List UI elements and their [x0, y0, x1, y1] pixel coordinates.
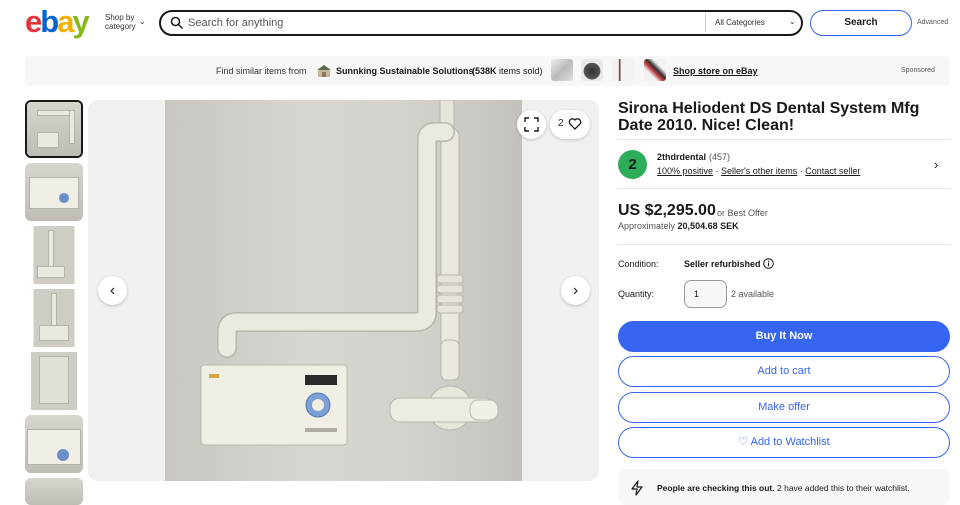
seller-positive-link[interactable]: 100% positive — [657, 166, 713, 176]
thumbnail-panel — [29, 177, 79, 209]
quantity-available: 2 available — [731, 289, 775, 299]
thumbnail-panel — [27, 429, 81, 465]
listing-title: Sirona Heliodent DS Dental System Mfg Da… — [618, 100, 920, 134]
divider — [618, 188, 950, 189]
thumbnail-0[interactable] — [25, 100, 83, 158]
thumbnail-5[interactable] — [25, 415, 83, 473]
contact-seller-link[interactable]: Contact seller — [805, 166, 860, 176]
search-bar[interactable]: Search for anything All Categories ⌄ — [159, 10, 803, 36]
banner-product-thumb[interactable] — [551, 59, 573, 81]
heart-icon — [568, 118, 582, 130]
chevron-right-icon[interactable]: › — [934, 157, 938, 172]
thumbnail-6[interactable] — [25, 478, 83, 505]
thumbnail-4[interactable] — [25, 352, 83, 410]
category-select[interactable]: All Categories — [715, 18, 765, 27]
banner-product-thumb[interactable] — [644, 59, 666, 81]
next-image-button[interactable]: › — [561, 276, 590, 305]
lightning-icon — [631, 480, 643, 496]
seller-links: 100% positive · Seller's other items · C… — [657, 166, 861, 176]
advanced-search-link[interactable]: Advanced — [917, 19, 948, 26]
activity-notice: People are checking this out. 2 have add… — [618, 469, 950, 505]
thumbnail-arm — [48, 230, 54, 270]
previous-image-button[interactable]: ‹ — [98, 276, 127, 305]
search-input[interactable]: Search for anything — [188, 17, 283, 29]
notice-rest: 2 have added this to their watchlist. — [777, 483, 910, 493]
chevron-down-icon: ⌄ — [789, 17, 796, 26]
banner-sold-count: (538K items sold) — [472, 66, 543, 76]
approx-price: Approximately 20,504.68 SEK — [618, 221, 739, 231]
divider — [618, 139, 950, 140]
thumbnail-arm — [39, 356, 69, 404]
main-image-viewer[interactable]: ‹ › 2 — [88, 100, 599, 481]
logo-letter-y: y — [72, 4, 89, 39]
seller-other-items-link[interactable]: Seller's other items — [721, 166, 797, 176]
condition-label: Condition: — [618, 259, 659, 269]
expand-image-button[interactable] — [517, 110, 546, 139]
thumbnail-image — [25, 478, 83, 505]
search-divider — [705, 14, 706, 32]
or-best-offer: or Best Offer — [717, 208, 768, 218]
thumbnail-head — [39, 325, 69, 341]
activity-notice-text: People are checking this out. 2 have add… — [657, 483, 910, 493]
sold-count-number: (538K — [472, 66, 497, 76]
info-icon[interactable] — [763, 258, 774, 269]
sponsored-label: Sponsored — [901, 67, 935, 74]
shop-by-category-label: Shop by category — [105, 13, 136, 31]
thumbnail-arm — [69, 110, 75, 144]
buy-it-now-button[interactable]: Buy It Now — [618, 321, 950, 352]
seller-avatar[interactable]: 2 — [618, 150, 647, 179]
banner-product-thumb[interactable] — [612, 59, 634, 81]
quantity-input[interactable]: 1 — [684, 280, 727, 308]
thumbnail-dial — [57, 449, 69, 461]
notice-bold: People are checking this out. — [657, 483, 775, 493]
shop-by-category-button[interactable]: Shop by category ⌄ — [105, 13, 146, 31]
shop-store-link[interactable]: Shop store on eBay — [673, 66, 758, 76]
store-logo-icon — [317, 65, 331, 77]
header: ebay Shop by category ⌄ Search for anyth… — [0, 0, 960, 46]
thumbnail-dial — [59, 193, 69, 203]
item-price: US $2,295.00 — [618, 202, 716, 219]
make-offer-button[interactable]: Make offer — [618, 392, 950, 423]
condition-value: Seller refurbished — [684, 259, 761, 269]
product-photo — [165, 100, 522, 481]
ebay-logo[interactable]: ebay — [25, 4, 90, 39]
banner-product-thumb[interactable] — [581, 59, 603, 81]
logo-letter-e: e — [25, 4, 42, 39]
thumbnail-3[interactable] — [25, 289, 83, 347]
sponsored-store-banner[interactable]: Find similar items from Sunnking Sustain… — [25, 56, 950, 86]
thumbnail-1[interactable] — [25, 163, 83, 221]
approx-value: 20,504.68 SEK — [677, 221, 739, 231]
banner-find-text: Find similar items from — [216, 66, 307, 76]
logo-letter-a: a — [57, 4, 74, 39]
chevron-down-icon: ⌄ — [139, 17, 146, 26]
expand-icon — [524, 117, 539, 132]
banner-store-name[interactable]: Sunnking Sustainable Solutions — [336, 66, 474, 76]
thumbnail-panel — [37, 132, 59, 148]
watch-count: 2 — [558, 118, 564, 129]
ebay-item-page: ebay Shop by category ⌄ Search for anyth… — [0, 0, 960, 505]
add-to-cart-button[interactable]: Add to cart — [618, 356, 950, 387]
quantity-label: Quantity: — [618, 289, 655, 299]
thumbnail-strip — [25, 100, 83, 505]
seller-name[interactable]: 2thdrdental — [657, 152, 706, 162]
xray-unit-illustration — [200, 100, 499, 446]
search-button[interactable]: Search — [810, 10, 912, 36]
search-icon — [170, 16, 184, 30]
watch-count-button[interactable]: 2 — [550, 110, 590, 139]
approx-label: Approximately — [618, 221, 676, 231]
logo-letter-b: b — [40, 4, 59, 39]
thumbnail-head — [37, 266, 65, 278]
sold-count-suffix: items sold) — [499, 66, 543, 76]
thumbnail-2[interactable] — [25, 226, 83, 284]
add-to-watchlist-button[interactable]: ♡ Add to Watchlist — [618, 427, 950, 458]
seller-feedback-count[interactable]: (457) — [709, 152, 730, 162]
divider — [618, 244, 950, 245]
